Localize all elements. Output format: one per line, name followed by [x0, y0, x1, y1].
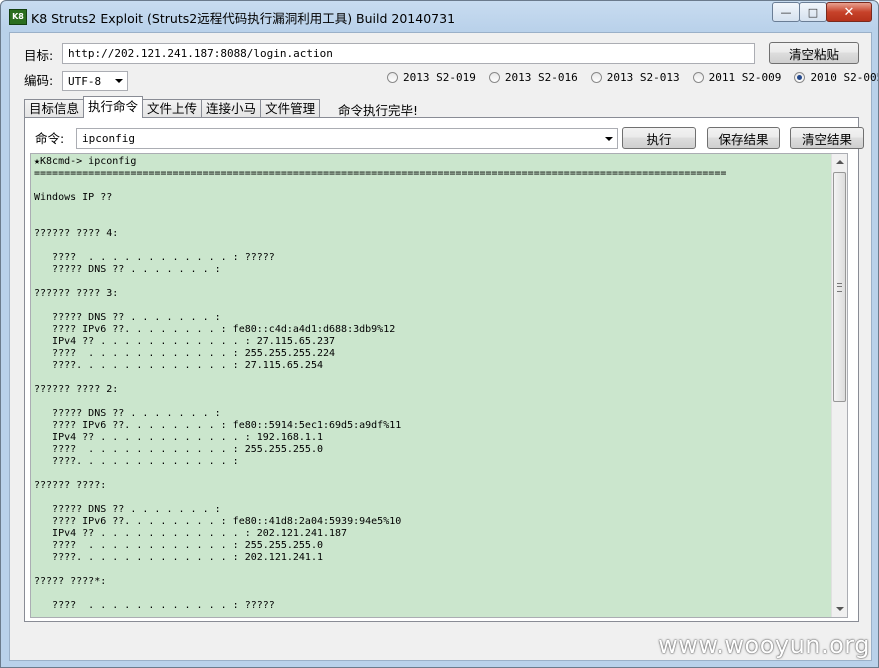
command-output[interactable]: ★K8cmd-> ipconfig =======================… — [30, 153, 848, 618]
output-text: ★K8cmd-> ipconfig =======================… — [34, 156, 830, 612]
output-line: ????? DNS ?? . . . . . . . : — [34, 504, 221, 515]
encoding-value: UTF-8 — [68, 75, 102, 88]
command-input[interactable]: ipconfig — [76, 128, 618, 149]
minimize-icon: — — [780, 5, 792, 19]
chevron-down-icon — [605, 137, 613, 141]
output-line: ????? DNS ?? . . . . . . . : — [34, 312, 221, 323]
radio-circle-icon — [488, 72, 500, 83]
scroll-up-icon[interactable] — [836, 160, 844, 164]
radio-selected-icon — [794, 72, 806, 83]
tab-file-manager[interactable]: 文件管理 — [260, 99, 321, 118]
scroll-down-icon[interactable] — [836, 607, 844, 611]
tab-target-info[interactable]: 目标信息 — [24, 99, 85, 118]
radio-label: 2011 S2-009 — [708, 71, 782, 84]
client-area: 目标: http://202.121.241.187:8088/login.ac… — [9, 32, 878, 661]
output-line: IPv4 ?? . . . . . . . . . . . . : 202.12… — [34, 528, 348, 539]
output-line: ????. . . . . . . . . . . . . : 202.121.… — [34, 552, 323, 563]
clear-results-button[interactable]: 清空结果 — [790, 127, 864, 149]
output-line: ???? . . . . . . . . . . . . : 255.255.2… — [34, 348, 336, 359]
output-line: ????? DNS ?? . . . . . . . : — [34, 408, 221, 419]
output-line: ?????? ???? 2: — [34, 384, 119, 395]
minimize-button[interactable]: — — [772, 2, 800, 22]
output-line: ???? . . . . . . . . . . . . : 255.255.2… — [34, 444, 323, 455]
output-line: IPv4 ?? . . . . . . . . . . . . : 27.115… — [34, 336, 336, 347]
scroll-thumb[interactable] — [833, 172, 846, 402]
tab-file-upload[interactable]: 文件上传 — [142, 99, 203, 118]
vertical-scrollbar[interactable] — [831, 154, 847, 617]
target-label: 目标: — [24, 48, 54, 63]
command-value: ipconfig — [82, 132, 135, 145]
close-icon: ✕ — [843, 4, 855, 20]
output-line: ????. . . . . . . . . . . . . : — [34, 456, 239, 467]
output-line: ???? IPv6 ??. . . . . . . . : fe80::5914… — [34, 420, 402, 431]
radio-s2-016[interactable]: 2013 S2-016 — [488, 71, 578, 84]
output-line: ========================================… — [34, 168, 727, 179]
app-window: K8 K8 Struts2 Exploit (Struts2远程代码执行漏洞利用… — [0, 0, 879, 668]
radio-circle-icon — [387, 72, 398, 83]
radio-s2-009[interactable]: 2011 S2-009 — [692, 71, 782, 84]
output-line: ?????? ???? 3: — [34, 288, 119, 299]
execute-button[interactable]: 执行 — [622, 127, 696, 149]
title-bar[interactable]: K8 K8 Struts2 Exploit (Struts2远程代码执行漏洞利用… — [1, 1, 878, 31]
radio-s2-013[interactable]: 2013 S2-013 — [590, 71, 680, 84]
grip-icon — [837, 283, 842, 292]
app-icon: K8 — [9, 9, 27, 25]
watermark: www.wooyun.org — [658, 631, 870, 659]
output-line: ?????? ???? 4: — [34, 228, 119, 239]
output-line: ????? ????*: — [34, 576, 107, 587]
output-line: ???? . . . . . . . . . . . . : 255.255.2… — [34, 540, 323, 551]
output-line: IPv4 ?? . . . . . . . . . . . . : 192.16… — [34, 432, 323, 443]
output-line: ???? IPv6 ??. . . . . . . . : fe80::41d8… — [34, 516, 402, 527]
output-line: ???? IPv6 ??. . . . . . . . : fe80::c4d:… — [34, 324, 396, 335]
radio-circle-icon — [692, 72, 704, 83]
exploit-radio-group: 2013 S2-019 2013 S2-016 2013 S2-013 2011… — [387, 71, 879, 84]
radio-s2-005[interactable]: 2010 S2-005 — [794, 71, 879, 84]
radio-label: 2010 S2-005 — [810, 71, 879, 84]
output-line: ????. . . . . . . . . . . . . : 27.115.6… — [34, 360, 323, 371]
output-line: ????? DNS ?? . . . . . . . : — [34, 264, 221, 275]
tab-strip: 目标信息 执行命令 文件上传 连接小马 文件管理 — [24, 96, 321, 118]
encoding-label: 编码: — [24, 73, 54, 88]
radio-circle-icon — [590, 72, 602, 83]
radio-label: 2013 S2-013 — [606, 71, 680, 84]
chevron-down-icon — [115, 79, 123, 83]
tab-connect-shell[interactable]: 连接小马 — [201, 99, 262, 118]
window-title: K8 Struts2 Exploit (Struts2远程代码执行漏洞利用工具)… — [31, 11, 456, 26]
output-line: ★K8cmd-> ipconfig — [34, 156, 137, 167]
radio-s2-019[interactable]: 2013 S2-019 — [387, 71, 476, 84]
close-button[interactable]: ✕ — [826, 2, 872, 22]
save-results-button[interactable]: 保存结果 — [707, 127, 780, 149]
radio-label: 2013 S2-019 — [403, 71, 476, 84]
target-url-input[interactable]: http://202.121.241.187:8088/login.action — [62, 43, 755, 64]
command-label: 命令: — [35, 131, 65, 146]
radio-label: 2013 S2-016 — [504, 71, 578, 84]
output-line: ???? . . . . . . . . . . . . : ????? — [34, 600, 275, 611]
maximize-icon: □ — [807, 5, 819, 19]
clear-paste-button[interactable]: 清空粘贴 — [769, 42, 859, 64]
encoding-select[interactable]: UTF-8 — [62, 71, 128, 91]
output-line: ?????? ????: — [34, 480, 107, 491]
output-line: Windows IP ?? — [34, 192, 113, 203]
tab-execute-command[interactable]: 执行命令 — [83, 96, 144, 118]
maximize-button[interactable]: □ — [799, 2, 827, 22]
output-line: ???? . . . . . . . . . . . . : ????? — [34, 252, 275, 263]
